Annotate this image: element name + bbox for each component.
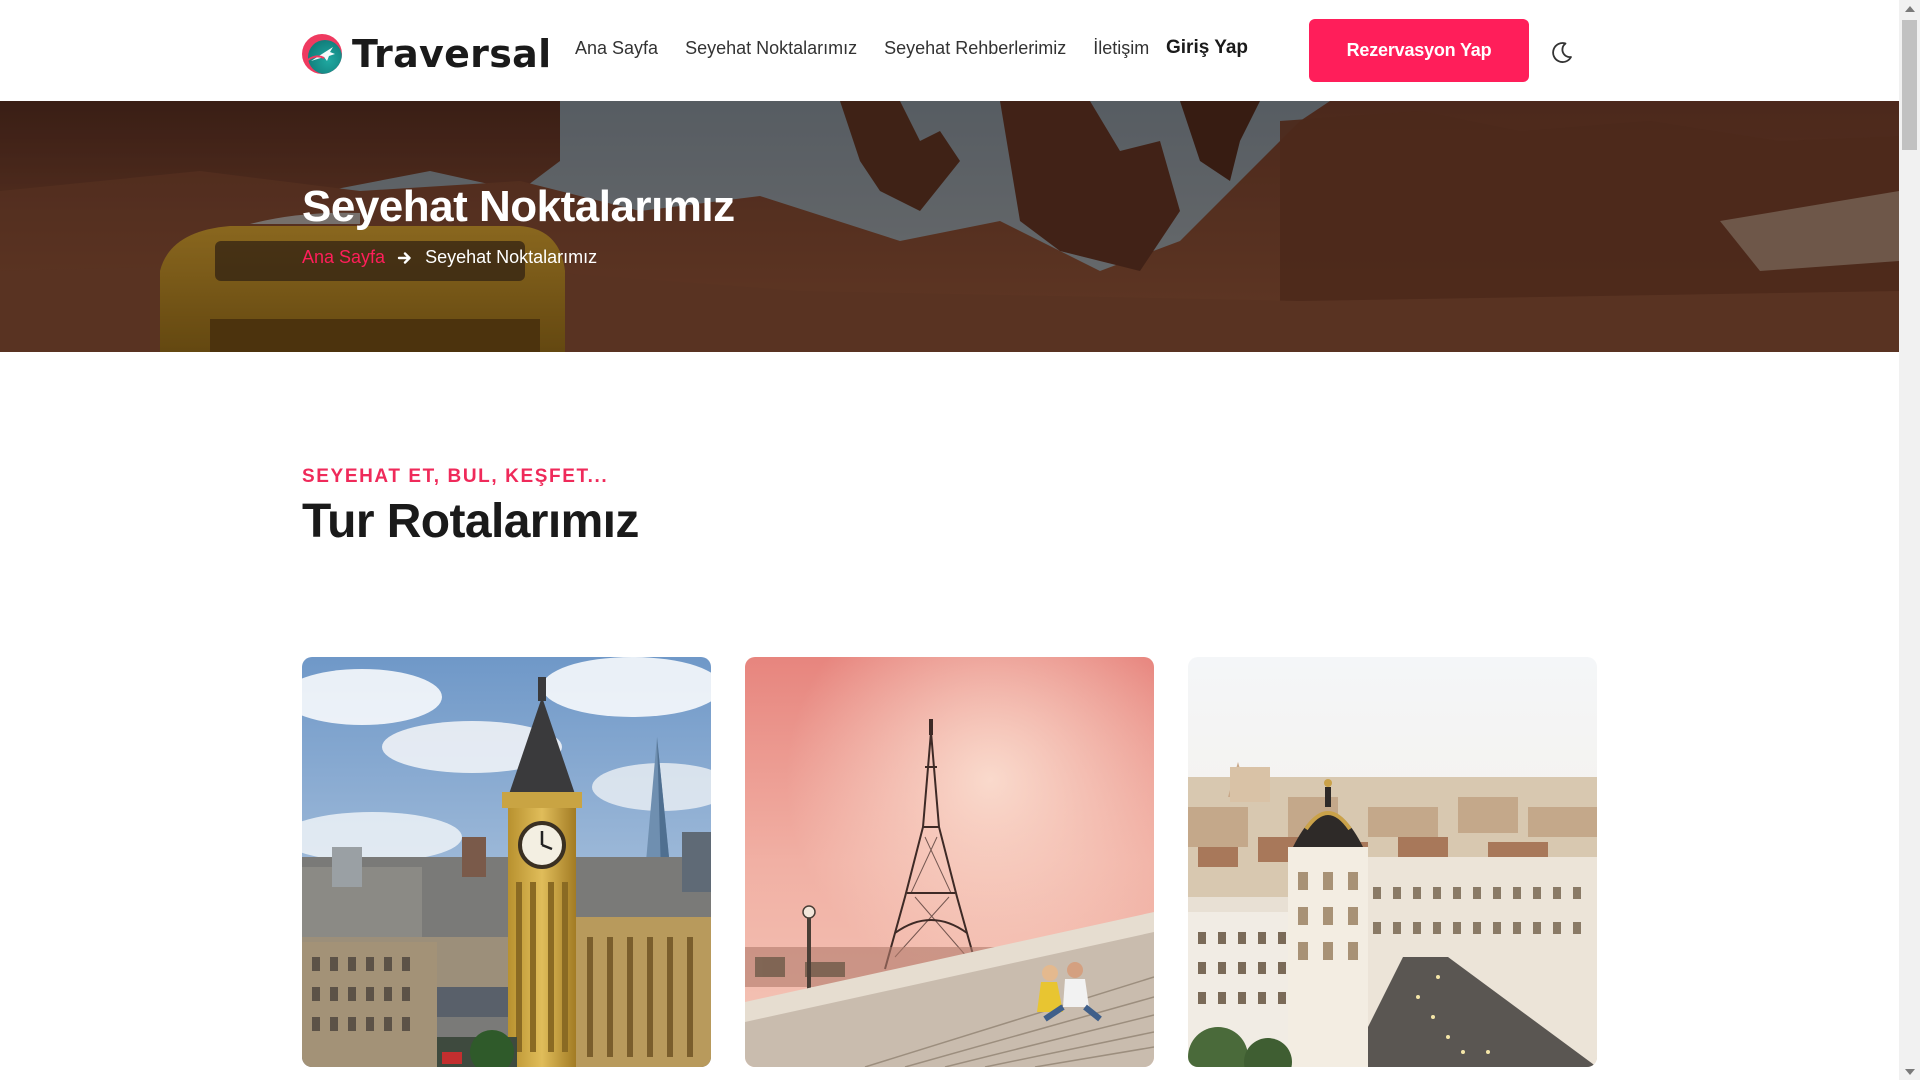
tour-card-paris[interactable] [745, 657, 1154, 1067]
tour-card-london[interactable] [302, 657, 711, 1067]
page: Traversal Ana Sayfa Seyehat Noktalarımız… [0, 0, 1920, 1080]
brand-name: Traversal [352, 32, 552, 76]
breadcrumb-home-link[interactable]: Ana Sayfa [302, 247, 385, 268]
globe-plane-icon [302, 34, 342, 74]
scrollbar-thumb[interactable] [1902, 20, 1917, 150]
section-eyebrow: SEYEHAT ET, BUL, KEŞFET... [302, 466, 609, 487]
reservation-button[interactable]: Rezervasyon Yap [1309, 19, 1529, 82]
login-link[interactable]: Giriş Yap [1166, 37, 1248, 59]
scroll-up-icon[interactable] [1899, 0, 1920, 17]
page-title: Seyehat Noktalarımız [302, 182, 735, 231]
nav-guides[interactable]: Seyehat Rehberlerimiz [884, 38, 1066, 59]
section-title: Tur Rotalarımız [302, 495, 639, 548]
nav-contact[interactable]: İletişim [1093, 38, 1149, 59]
main-nav: Ana Sayfa Seyehat Noktalarımız Seyehat R… [575, 38, 1149, 59]
tour-card-madrid[interactable] [1188, 657, 1597, 1067]
breadcrumb: Ana Sayfa Seyehat Noktalarımız [302, 247, 597, 268]
nav-destinations[interactable]: Seyehat Noktalarımız [685, 38, 857, 59]
nav-home[interactable]: Ana Sayfa [575, 38, 658, 59]
navbar: Traversal Ana Sayfa Seyehat Noktalarımız… [0, 0, 1899, 101]
london-big-ben-image [302, 657, 711, 1067]
page-hero: Seyehat Noktalarımız Ana Sayfa Seyehat N… [0, 101, 1899, 352]
paris-eiffel-tower-image [745, 657, 1154, 1067]
breadcrumb-current: Seyehat Noktalarımız [425, 247, 598, 267]
moon-icon[interactable] [1548, 38, 1576, 66]
scroll-down-icon[interactable] [1899, 1063, 1920, 1080]
vertical-scrollbar[interactable] [1899, 0, 1920, 1080]
brand-logo[interactable]: Traversal [302, 30, 551, 78]
madrid-metropolis-image [1188, 657, 1597, 1067]
tour-cards [302, 657, 1597, 1067]
arrow-right-icon [397, 250, 413, 266]
